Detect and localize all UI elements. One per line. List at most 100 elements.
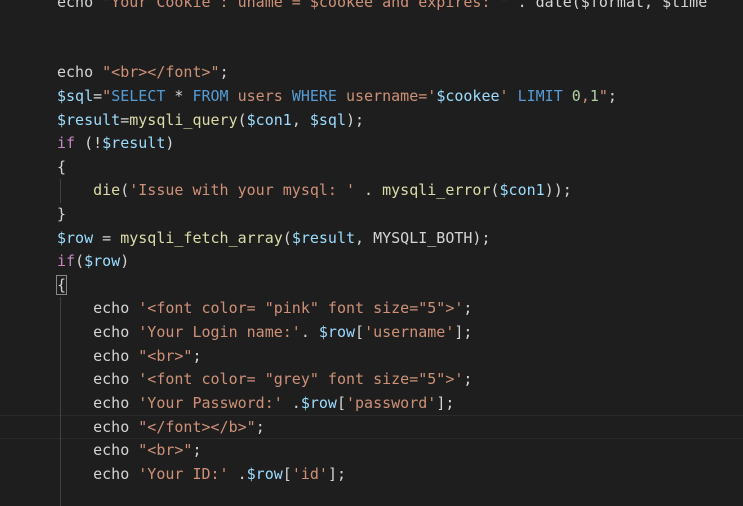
- code-line-text: echo "<br></font>";: [57, 61, 229, 85]
- code-line-text: if($row): [57, 250, 129, 274]
- code-line-text: echo "Your Cookie : uname = $cookee and …: [57, 0, 707, 14]
- code-token: (: [237, 110, 247, 129]
- code-token: (!: [75, 134, 103, 153]
- code-line[interactable]: echo 'Your Login name:'. $row['username'…: [0, 321, 743, 345]
- code-token: echo: [57, 299, 139, 318]
- code-token: FROM: [192, 86, 229, 105]
- code-token: [: [282, 464, 292, 483]
- code-token: 'password': [346, 393, 437, 412]
- code-token: .: [300, 322, 319, 341]
- code-token: =: [93, 228, 121, 247]
- code-token: [: [336, 393, 346, 412]
- code-line[interactable]: [0, 38, 743, 62]
- code-token: echo: [57, 63, 103, 82]
- code-line[interactable]: $row = mysqli_fetch_array($result, MYSQL…: [0, 227, 743, 251]
- code-line-text: $row = mysqli_fetch_array($result, MYSQL…: [57, 227, 491, 251]
- code-token: $sql: [309, 110, 346, 129]
- code-token: 0: [571, 86, 581, 105]
- code-token: ;: [255, 418, 265, 437]
- code-line[interactable]: echo "<br></font>";: [0, 61, 743, 85]
- code-token: {: [57, 157, 67, 176]
- code-line[interactable]: echo "<br>";: [0, 345, 743, 369]
- code-token: ,: [580, 86, 590, 105]
- code-editor[interactable]: echo "Your Cookie : uname = $cookee and …: [0, 0, 743, 506]
- code-token: $cookee: [436, 86, 500, 105]
- code-token: die: [93, 181, 121, 200]
- code-token: (: [120, 181, 130, 200]
- code-line[interactable]: [0, 14, 743, 38]
- code-token: .: [355, 181, 383, 200]
- code-token: ;: [219, 63, 229, 82]
- code-token: '<font color= "grey" font size="5">': [138, 370, 464, 389]
- code-token: echo: [57, 346, 139, 365]
- code-line[interactable]: echo 'Your ID:' .$row['id'];: [0, 463, 743, 487]
- code-line-text: echo 'Your ID:' .$row['id'];: [57, 463, 346, 487]
- code-token: ': [499, 86, 518, 105]
- code-token: ];: [454, 322, 473, 341]
- code-token: ];: [436, 393, 455, 412]
- code-token: ;: [463, 299, 473, 318]
- code-token: $sql: [57, 86, 94, 105]
- code-token: echo: [57, 322, 139, 341]
- code-token: SELECT: [111, 86, 166, 105]
- code-token: "<br>": [138, 440, 193, 459]
- code-token: echo: [57, 370, 139, 389]
- code-token: ;: [607, 86, 617, 105]
- code-line-text: echo '<font color= "grey" font size="5">…: [57, 368, 472, 392]
- code-token: $con1: [246, 110, 292, 129]
- code-token: [: [355, 322, 365, 341]
- code-token: echo: [57, 393, 139, 412]
- code-token: $row: [318, 322, 356, 341]
- code-line-text: echo "<br>";: [57, 439, 201, 463]
- code-token: mysqli_error: [382, 181, 491, 200]
- code-token: ;: [463, 370, 473, 389]
- code-token: . date($format, $time: [508, 0, 708, 11]
- code-token: $result: [102, 134, 166, 153]
- code-line[interactable]: echo "Your Cookie : uname = $cookee and …: [0, 0, 743, 14]
- code-token: echo: [57, 0, 103, 11]
- code-line-text: echo "</font></b>";: [57, 416, 265, 440]
- code-line[interactable]: echo "</font></b>";: [0, 415, 743, 439]
- code-line-text: $result=mysqli_query($con1, $sql);: [57, 109, 364, 133]
- code-line-text: echo '<font color= "pink" font size="5">…: [57, 297, 472, 321]
- code-line[interactable]: $result=mysqli_query($con1, $sql);: [0, 109, 743, 133]
- code-token: =: [120, 110, 130, 129]
- code-line[interactable]: if($row): [0, 250, 743, 274]
- code-token: $con1: [499, 181, 545, 200]
- code-line-text: }: [57, 203, 66, 227]
- code-line[interactable]: }: [0, 203, 743, 227]
- code-line[interactable]: {: [0, 274, 743, 298]
- code-line[interactable]: {: [0, 156, 743, 180]
- code-line[interactable]: echo '<font color= "pink" font size="5">…: [0, 297, 743, 321]
- code-token: echo: [57, 464, 139, 483]
- code-token: =: [93, 86, 103, 105]
- code-token: .: [282, 393, 301, 412]
- code-line-text: echo 'Your Password:' .$row['password'];: [57, 392, 454, 416]
- code-token: $result: [291, 228, 356, 247]
- code-line[interactable]: if (!$result): [0, 132, 743, 156]
- code-token: 'Your Login name:': [138, 322, 301, 341]
- code-token: (: [282, 228, 292, 247]
- code-token: );: [346, 110, 365, 129]
- code-token: 'id': [291, 464, 328, 483]
- code-line[interactable]: echo 'Your Password:' .$row['password'];: [0, 392, 743, 416]
- code-token: 'Your Password:': [138, 393, 283, 412]
- code-line-text: echo "<br>";: [57, 345, 201, 369]
- code-token: ];: [327, 464, 346, 483]
- code-token: "Your Cookie : uname = $cookee and expir…: [102, 0, 509, 11]
- code-line[interactable]: $sql="SELECT * FROM users WHERE username…: [0, 85, 743, 109]
- indent-guide: [60, 179, 61, 203]
- code-line-text: if (!$result): [57, 132, 174, 156]
- code-token: if: [57, 134, 76, 153]
- code-line[interactable]: echo '<font color= "grey" font size="5">…: [0, 368, 743, 392]
- code-line[interactable]: die('Issue with your mysql: ' . mysqli_e…: [0, 179, 743, 203]
- code-token: 1: [589, 86, 599, 105]
- code-token: $row: [300, 393, 337, 412]
- code-line-text: $sql="SELECT * FROM users WHERE username…: [57, 85, 617, 109]
- code-token: $row: [57, 228, 94, 247]
- code-token: echo: [57, 418, 139, 437]
- code-token: echo: [57, 440, 139, 459]
- code-line[interactable]: echo "<br>";: [0, 439, 743, 463]
- code-line-text: echo 'Your Login name:'. $row['username'…: [57, 321, 472, 345]
